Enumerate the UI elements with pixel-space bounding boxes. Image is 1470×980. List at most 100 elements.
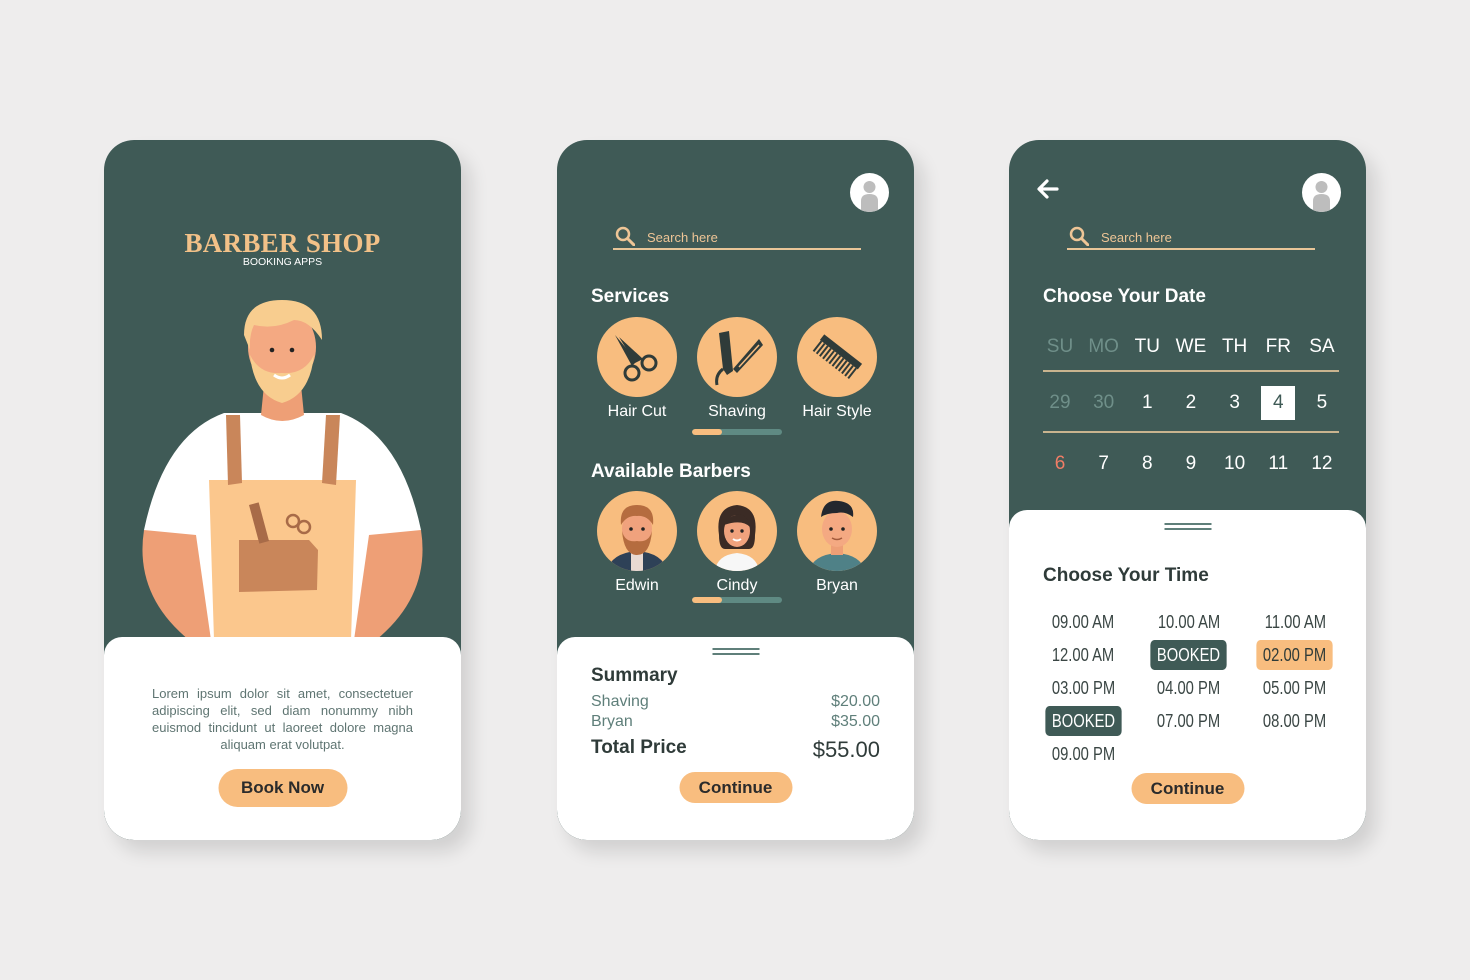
total-price-value: $55.00 [812,737,880,762]
service-hair-cut[interactable]: Hair Cut [597,317,677,421]
service-shaving[interactable]: Shaving [697,317,777,421]
service-label: Hair Style [802,403,872,420]
summary-item-price: $35.00 [831,713,880,730]
calendar-day-selected[interactable]: 4 [1261,386,1296,420]
calendar-week: 6 7 8 9 10 11 12 [1043,447,1339,481]
summary-item: Shaving $20.00 [591,693,880,711]
summary-total: Total Price $55.00 [591,737,880,763]
search-bar[interactable] [613,226,861,250]
user-icon [861,181,878,212]
continue-button[interactable]: Continue [1131,773,1244,804]
calendar-day[interactable]: 2 [1174,386,1208,420]
time-slot[interactable]: 11.00 AM [1258,607,1332,637]
services-title: Services [591,286,670,307]
services-scroll-indicator[interactable] [692,429,782,435]
weekday-label: TU [1134,336,1160,357]
scissors-icon [615,335,658,382]
profile-avatar-button[interactable] [1302,173,1341,212]
continue-button[interactable]: Continue [679,772,792,803]
calendar-week: 29 30 1 2 3 4 5 [1043,386,1339,420]
calendar-day[interactable]: 5 [1305,386,1339,420]
barbers-scroll-indicator[interactable] [692,597,782,603]
back-arrow-icon[interactable] [1036,177,1060,201]
calendar-day[interactable]: 11 [1261,447,1295,481]
time-slot[interactable]: 05.00 PM [1256,673,1332,703]
services-list: Hair Cut Shaving Hair Style [597,317,877,421]
time-slot[interactable]: 12.00 AM [1045,640,1120,670]
weekday-label: SU [1046,336,1074,357]
summary-item: Bryan $35.00 [591,713,880,731]
time-slot-booked: BOOKED [1045,706,1122,736]
description-text: Lorem ipsum dolor sit amet, consectetuer… [152,686,413,752]
sheet-drag-handle[interactable] [712,648,759,655]
user-icon [1313,181,1330,212]
barber-name: Bryan [816,577,858,594]
brand-title: BARBER SHOP [184,228,381,258]
service-label: Hair Cut [607,403,667,420]
search-icon [1069,226,1089,246]
razor-icon [715,331,763,386]
profile-avatar-button[interactable] [850,173,889,212]
search-input[interactable] [1101,230,1301,245]
barber-avatar-cindy [715,505,759,571]
calendar-day[interactable]: 30 [1087,386,1121,420]
welcome-screen: BARBER SHOP BOOKING APPS Lorem ipsum dol… [104,140,461,840]
barber-name: Cindy [716,577,758,594]
weekday-label: FR [1265,336,1291,357]
choose-date-title: Choose Your Date [1043,286,1206,307]
calendar-divider [1043,370,1339,372]
weekday-label: SA [1309,336,1335,357]
calendar-day[interactable]: 3 [1218,386,1252,420]
barber-edwin[interactable]: Edwin [597,491,677,595]
total-price-label: Total Price [591,737,687,758]
weekday-label: MO [1088,336,1119,357]
services-screen: Services Hair Cut [557,140,914,840]
search-icon [615,226,635,246]
book-now-button[interactable]: Book Now [218,769,347,807]
calendar-day[interactable]: 7 [1087,447,1121,481]
time-slot-booked: BOOKED [1150,640,1228,670]
welcome-sheet: Lorem ipsum dolor sit amet, consectetuer… [104,637,461,840]
sheet-drag-handle[interactable] [1164,523,1211,530]
time-slot[interactable]: 08.00 PM [1256,706,1332,736]
barber-cindy[interactable]: Cindy [697,491,777,595]
time-slot[interactable]: 10.00 AM [1151,607,1226,637]
time-slots-grid: 09.00 AM 10.00 AM 11.00 AM 12.00 AM BOOKED 02… [1037,607,1341,769]
booking-date-screen: Choose Your Date SUMOTUWETHFRSA 29301234… [1009,140,1366,840]
barber-avatar-bryan [809,500,865,571]
search-bar[interactable] [1067,226,1315,250]
time-slot[interactable]: 03.00 PM [1045,673,1121,703]
services-scroll-fill [692,429,722,435]
comb-icon [812,334,863,380]
choose-time-title: Choose Your Time [1043,565,1209,586]
calendar-day[interactable]: 8 [1130,447,1164,481]
barber-name: Edwin [615,577,659,594]
time-slot[interactable]: 09.00 AM [1045,607,1120,637]
weekday-label: WE [1175,336,1207,357]
barbers-scroll-fill [692,597,722,603]
time-slot[interactable]: 07.00 PM [1151,706,1227,736]
service-hair-style[interactable]: Hair Style [797,317,877,421]
barber-illustration [142,300,423,640]
time-slot[interactable]: 04.00 PM [1151,673,1227,703]
summary-title: Summary [591,665,678,686]
summary-item-label: Shaving [591,693,649,710]
calendar-day[interactable]: 6 [1043,447,1077,481]
barber-bryan[interactable]: Bryan [797,491,877,595]
barbers-title: Available Barbers [591,461,751,482]
summary-sheet: Summary Shaving $20.00 Bryan $35.00 Tota… [557,637,914,840]
calendar-day[interactable]: 9 [1174,447,1208,481]
calendar-day[interactable]: 10 [1218,447,1252,481]
calendar-day[interactable]: 29 [1043,386,1077,420]
brand-subtitle: BOOKING APPS [242,256,323,268]
calendar-day[interactable]: 12 [1305,447,1339,481]
calendar-day[interactable]: 1 [1130,386,1164,420]
service-label: Shaving [708,403,766,420]
calendar-divider [1043,431,1339,433]
time-slot-selected[interactable]: 02.00 PM [1256,640,1333,670]
barber-avatar-edwin [607,505,667,571]
weekday-label: TH [1221,336,1248,357]
time-slot[interactable]: 09.00 PM [1045,739,1121,769]
calendar-weekdays: SU MO TU WE TH FR SA [1043,330,1339,364]
search-input[interactable] [647,230,847,245]
